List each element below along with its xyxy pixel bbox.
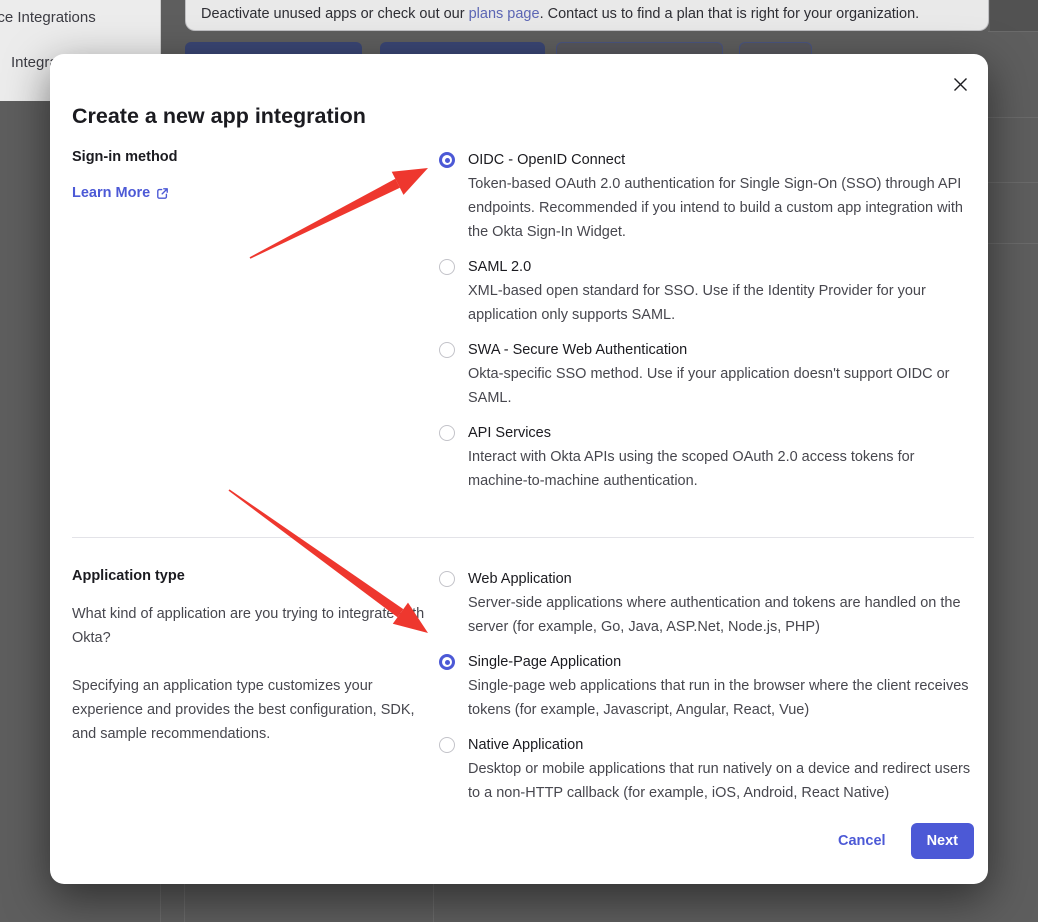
sidebar-item-integrations: ice Integrations [0,9,96,26]
option-label: SWA - Secure Web Authentication [468,339,974,362]
radio-button[interactable] [439,654,455,670]
radio-option-single-page-application[interactable]: Single-Page Application Single-page web … [439,651,974,722]
option-description: Desktop or mobile applications that run … [468,757,974,805]
option-label: OIDC - OpenID Connect [468,149,974,172]
background-row-divider [988,117,1038,118]
close-button[interactable] [945,69,975,99]
background-column-divider [184,884,185,922]
section-divider [72,537,974,538]
background-row-divider [988,243,1038,244]
radio-button[interactable] [439,737,455,753]
background-table-header [990,0,1038,31]
learn-more-label: Learn More [72,185,150,201]
plans-page-link[interactable]: plans page [469,6,540,22]
background-column-divider [160,884,161,922]
radio-option-api-services[interactable]: API Services Interact with Okta APIs usi… [439,422,974,493]
radio-button[interactable] [439,342,455,358]
radio-button[interactable] [439,425,455,441]
create-app-integration-dialog: Create a new app integration Sign-in met… [50,54,988,884]
option-description: Token-based OAuth 2.0 authentication for… [468,172,974,244]
dialog-footer: Cancel Next [838,823,974,859]
application-type-options: Web Application Server-side applications… [439,568,974,817]
banner-text-after: . Contact us to find a plan that is righ… [540,6,920,22]
radio-option-native-application[interactable]: Native Application Desktop or mobile app… [439,734,974,805]
option-description: XML-based open standard for SSO. Use if … [468,279,974,327]
option-label: API Services [468,422,974,445]
radio-option-swa[interactable]: SWA - Secure Web Authentication Okta-spe… [439,339,974,410]
option-description: Interact with Okta APIs using the scoped… [468,445,974,493]
application-type-question: What kind of application are you trying … [72,602,439,650]
radio-option-oidc[interactable]: OIDC - OpenID Connect Token-based OAuth … [439,149,974,244]
option-description: Okta-specific SSO method. Use if your ap… [468,362,974,410]
option-description: Server-side applications where authentic… [468,591,974,639]
radio-option-web-application[interactable]: Web Application Server-side applications… [439,568,974,639]
dialog-body: Sign-in method Learn More OIDC - OpenID … [72,149,974,817]
option-label: Native Application [468,734,974,757]
option-description: Single-page web applications that run in… [468,674,974,722]
application-type-section: Application type What kind of applicatio… [72,568,974,817]
option-label: SAML 2.0 [468,256,974,279]
dialog-title: Create a new app integration [72,104,366,129]
radio-button[interactable] [439,571,455,587]
banner-text-before: Deactivate unused apps or check out our [201,6,469,22]
background-column-divider [433,884,434,922]
learn-more-link[interactable]: Learn More [72,185,169,201]
option-label: Web Application [468,568,974,591]
application-type-left-column: Application type What kind of applicatio… [72,568,439,817]
radio-option-saml[interactable]: SAML 2.0 XML-based open standard for SSO… [439,256,974,327]
plans-banner-text: Deactivate unused apps or check out our … [201,6,919,22]
application-type-label: Application type [72,568,439,584]
next-button[interactable]: Next [911,823,974,859]
plans-banner: Deactivate unused apps or check out our … [185,0,989,31]
background-row-divider [988,182,1038,183]
page: ice Integrations Integra Deactivate unus… [0,0,1038,922]
signin-method-left-column: Sign-in method Learn More [72,149,439,505]
signin-method-section: Sign-in method Learn More OIDC - OpenID … [72,149,974,505]
cancel-button[interactable]: Cancel [838,833,886,849]
signin-method-label: Sign-in method [72,149,439,165]
background-row-divider [988,31,1038,32]
external-link-icon [156,187,169,200]
radio-button[interactable] [439,259,455,275]
option-label: Single-Page Application [468,651,974,674]
close-icon [953,77,968,92]
radio-button[interactable] [439,152,455,168]
application-type-detail: Specifying an application type customize… [72,674,439,746]
signin-method-options: OIDC - OpenID Connect Token-based OAuth … [439,149,974,505]
